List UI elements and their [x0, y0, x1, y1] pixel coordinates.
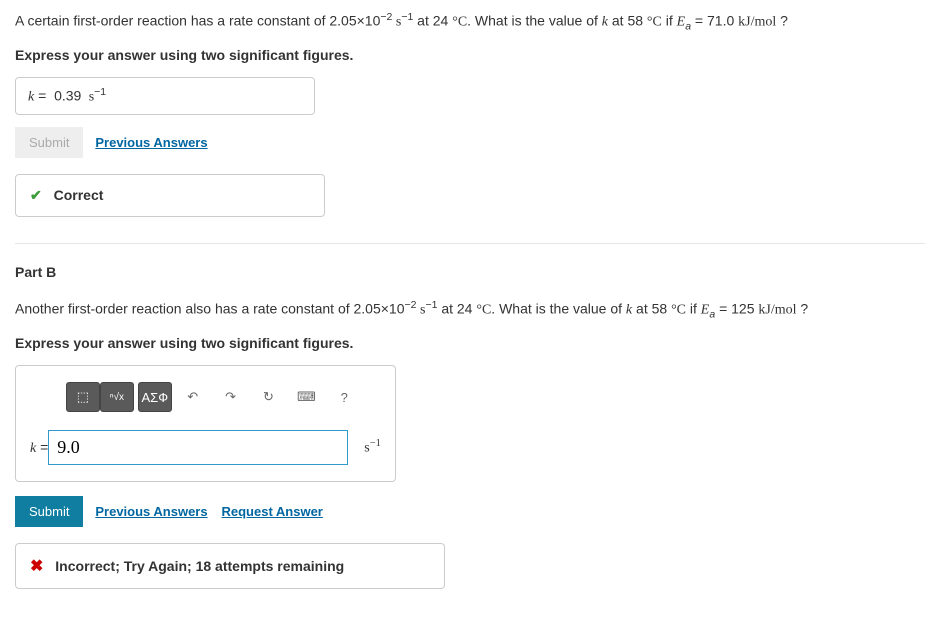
submit-button-a: Submit — [15, 127, 83, 158]
feedback-b: ✖ Incorrect; Try Again; 18 attempts rema… — [15, 543, 445, 589]
submit-button-b[interactable]: Submit — [15, 496, 83, 527]
answer-input-b[interactable] — [48, 430, 348, 465]
input-panel-b: ⬚ⁿ√x ΑΣФ ↶ ↷ ↻ ⌨ ? k = s−1 — [15, 365, 396, 482]
instruction-a: Express your answer using two significan… — [15, 47, 925, 63]
answer-unit-b: s−1 — [364, 438, 381, 457]
answer-row-b: k = s−1 — [30, 430, 381, 465]
redo-button[interactable]: ↷ — [214, 382, 248, 412]
answer-prefix-b: k = — [30, 439, 48, 457]
x-icon: ✖ — [30, 558, 43, 575]
part-b-header: Part B — [15, 264, 925, 280]
equation-toolbar: ⬚ⁿ√x ΑΣФ ↶ ↷ ↻ ⌨ ? — [30, 382, 381, 412]
help-button[interactable]: ? — [327, 382, 361, 412]
request-answer-link-b[interactable]: Request Answer — [221, 504, 322, 519]
greek-button[interactable]: ΑΣФ — [138, 382, 172, 412]
question-b: Another first-order reaction also has a … — [15, 298, 925, 323]
templates-button[interactable]: ⬚ — [66, 382, 100, 412]
instruction-b: Express your answer using two significan… — [15, 335, 925, 351]
check-icon: ✔ — [30, 187, 42, 203]
undo-button[interactable]: ↶ — [176, 382, 210, 412]
keyboard-button[interactable]: ⌨ — [289, 382, 323, 412]
root-button[interactable]: ⁿ√x — [100, 382, 134, 412]
button-row-a: Submit Previous Answers — [15, 127, 925, 158]
button-row-b: Submit Previous Answers Request Answer — [15, 496, 925, 527]
question-a: A certain first-order reaction has a rat… — [15, 10, 925, 35]
previous-answers-link-b[interactable]: Previous Answers — [95, 504, 207, 519]
reset-button[interactable]: ↻ — [251, 382, 285, 412]
previous-answers-link-a[interactable]: Previous Answers — [95, 135, 207, 150]
feedback-a: ✔ Correct — [15, 174, 325, 217]
answer-display-a: k = 0.39 s−1 — [15, 77, 315, 115]
